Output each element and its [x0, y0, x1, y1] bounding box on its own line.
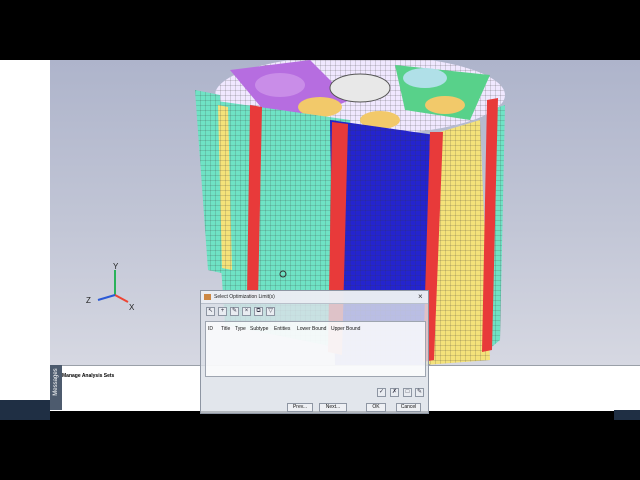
col-type[interactable]: Type: [235, 326, 246, 332]
add-icon[interactable]: +: [218, 307, 227, 316]
select-limits-dialog: Select Optimization Limit(s) × ↖ + ✎ × ⧉…: [200, 290, 429, 414]
col-subtype[interactable]: Subtype: [250, 326, 268, 332]
prev-button[interactable]: Prev...: [287, 403, 313, 412]
col-entities[interactable]: Entities: [274, 326, 290, 332]
messages-tab[interactable]: Messages: [50, 365, 62, 410]
col-title[interactable]: Title: [221, 326, 230, 332]
next-button[interactable]: Next...: [319, 403, 347, 412]
col-upper-bound[interactable]: Upper Bound: [331, 326, 360, 332]
dialog-title: Select Optimization Limit(s): [214, 294, 275, 300]
limits-table[interactable]: ID Title Type Subtype Entities Lower Bou…: [205, 321, 426, 377]
new-icon[interactable]: □: [403, 388, 412, 397]
app-icon: [204, 294, 211, 300]
select-icon[interactable]: ↖: [206, 307, 215, 316]
filter-icon[interactable]: ▽: [266, 307, 275, 316]
message-text: Manage Analysis Sets: [62, 373, 115, 379]
left-panel: [0, 60, 50, 400]
taskbar-left: [0, 400, 50, 420]
delete-icon[interactable]: ×: [242, 307, 251, 316]
bottom-letterbox: [0, 420, 640, 480]
uncheck-icon[interactable]: ✗: [390, 388, 399, 397]
axis-triad: Y X Z: [86, 262, 135, 312]
col-id[interactable]: ID: [208, 326, 213, 332]
taskbar-right: [614, 410, 640, 420]
close-icon[interactable]: ×: [418, 292, 423, 302]
ok-button[interactable]: OK: [366, 403, 386, 412]
messages-tab-label: Messages: [53, 368, 59, 396]
dialog-titlebar: Select Optimization Limit(s) ×: [201, 291, 428, 304]
top-letterbox: [0, 0, 640, 60]
edit-icon[interactable]: ✎: [230, 307, 239, 316]
col-lower-bound[interactable]: Lower Bound: [297, 326, 326, 332]
axis-x-label: X: [129, 303, 135, 312]
cancel-button[interactable]: Cancel: [396, 403, 421, 412]
pencil-icon[interactable]: ✎: [415, 388, 424, 397]
axis-y-label: Y: [113, 262, 119, 271]
copy-icon[interactable]: ⧉: [254, 307, 263, 316]
check-icon[interactable]: ✓: [377, 388, 386, 397]
axis-z-label: Z: [86, 296, 91, 305]
